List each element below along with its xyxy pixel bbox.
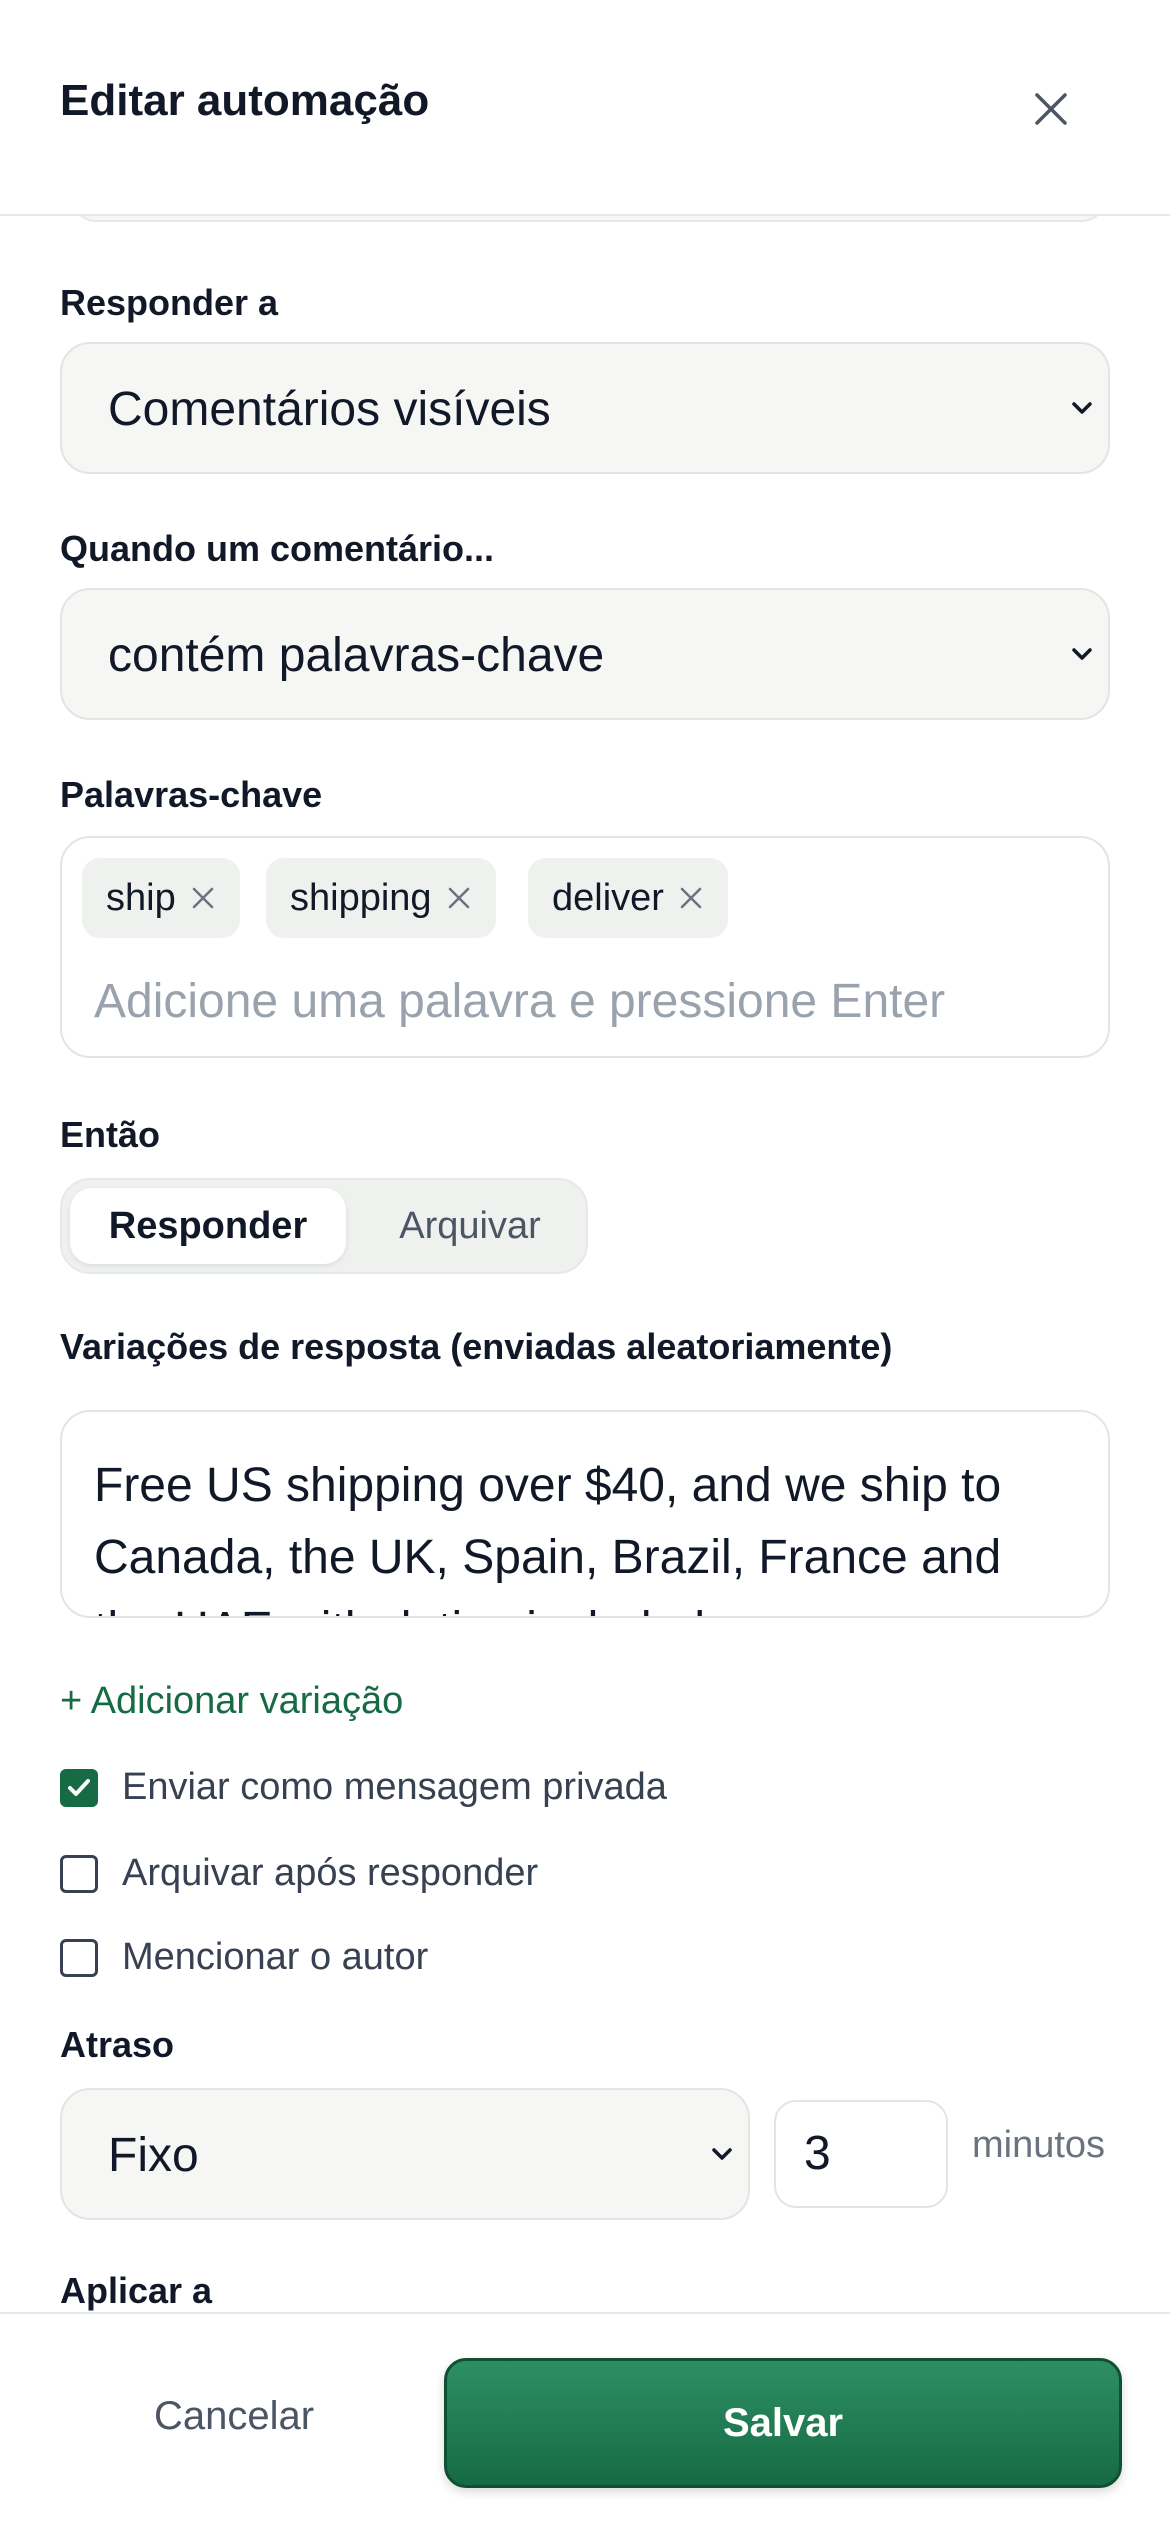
checkbox-label: Arquivar após responder: [122, 1852, 539, 1894]
previous-field-edge: [72, 216, 1106, 222]
page-title: Editar automação: [60, 76, 430, 125]
respond-to-select[interactable]: Comentários visíveis: [60, 342, 1110, 474]
delay-label: Atraso: [60, 2024, 175, 2065]
when-label: Quando um comentário...: [60, 528, 495, 569]
apply-to-label: Aplicar a: [60, 2270, 213, 2311]
delay-mode-select[interactable]: Fixo: [60, 2088, 750, 2220]
when-value: contém palavras-chave: [108, 629, 605, 682]
checkbox-archive-after[interactable]: [60, 1854, 98, 1893]
keywords-input-box[interactable]: ship shipping deliver Adicione uma palav…: [60, 836, 1110, 1058]
checkbox-row-archive-after[interactable]: Arquivar após responder: [60, 1852, 538, 1895]
keyword-tag-deliver: deliver: [528, 858, 728, 938]
keywords-label: Palavras-chave: [60, 774, 323, 815]
delay-mode-value: Fixo: [108, 2129, 199, 2182]
checkbox-mention-author[interactable]: [60, 1938, 98, 1977]
modal-header: Editar automação: [0, 0, 1170, 216]
checkbox-label: Mencionar o autor: [122, 1936, 429, 1978]
respond-to-value: Comentários visíveis: [108, 383, 551, 436]
modal-body[interactable]: Responder a Comentários visíveis Quando …: [0, 216, 1170, 2312]
keyword-tag-ship: ship: [82, 858, 240, 938]
save-button[interactable]: Salvar: [444, 2358, 1122, 2488]
then-label: Então: [60, 1114, 161, 1155]
checkbox-row-private-message[interactable]: Enviar como mensagem privada: [60, 1766, 667, 1809]
keyword-tag-label: shipping: [290, 876, 432, 919]
cancel-button[interactable]: Cancelar: [72, 2394, 396, 2439]
chevron-down-icon: [1072, 648, 1092, 660]
checkbox-row-mention-author[interactable]: Mencionar o autor: [60, 1936, 428, 1979]
reply-variation-text: Free US shipping over $40, and we ship t…: [94, 1459, 1002, 1616]
then-segmented-control: Responder Arquivar: [60, 1178, 588, 1274]
remove-tag-icon[interactable]: [446, 885, 472, 911]
close-button[interactable]: [1026, 84, 1076, 134]
chevron-down-icon: [712, 2148, 732, 2160]
delay-unit-label: minutos: [972, 2124, 1106, 2166]
chevron-down-icon: [1072, 402, 1092, 414]
delay-amount-input[interactable]: 3: [774, 2100, 948, 2208]
reply-variation-textarea[interactable]: Free US shipping over $40, and we ship t…: [60, 1410, 1110, 1618]
segment-responder[interactable]: Responder: [70, 1188, 346, 1264]
remove-tag-icon[interactable]: [190, 885, 216, 911]
keyword-tag-label: deliver: [552, 876, 664, 919]
when-select[interactable]: contém palavras-chave: [60, 588, 1110, 720]
remove-tag-icon[interactable]: [678, 885, 704, 911]
keyword-input-placeholder[interactable]: Adicione uma palavra e pressione Enter: [94, 974, 945, 1029]
checkbox-private-message[interactable]: [60, 1768, 98, 1807]
keyword-tag-label: ship: [106, 876, 176, 919]
check-icon: [68, 1778, 90, 1796]
keyword-tag-shipping: shipping: [266, 858, 496, 938]
respond-to-label: Responder a: [60, 282, 279, 323]
variations-label: Variações de resposta (enviadas aleatori…: [60, 1326, 893, 1367]
checkbox-label: Enviar como mensagem privada: [122, 1766, 667, 1808]
add-variation-link[interactable]: + Adicionar variação: [60, 1680, 403, 1723]
segment-arquivar[interactable]: Arquivar: [362, 1188, 578, 1264]
modal-footer: Cancelar Salvar: [0, 2312, 1170, 2532]
close-icon: [1035, 93, 1067, 125]
